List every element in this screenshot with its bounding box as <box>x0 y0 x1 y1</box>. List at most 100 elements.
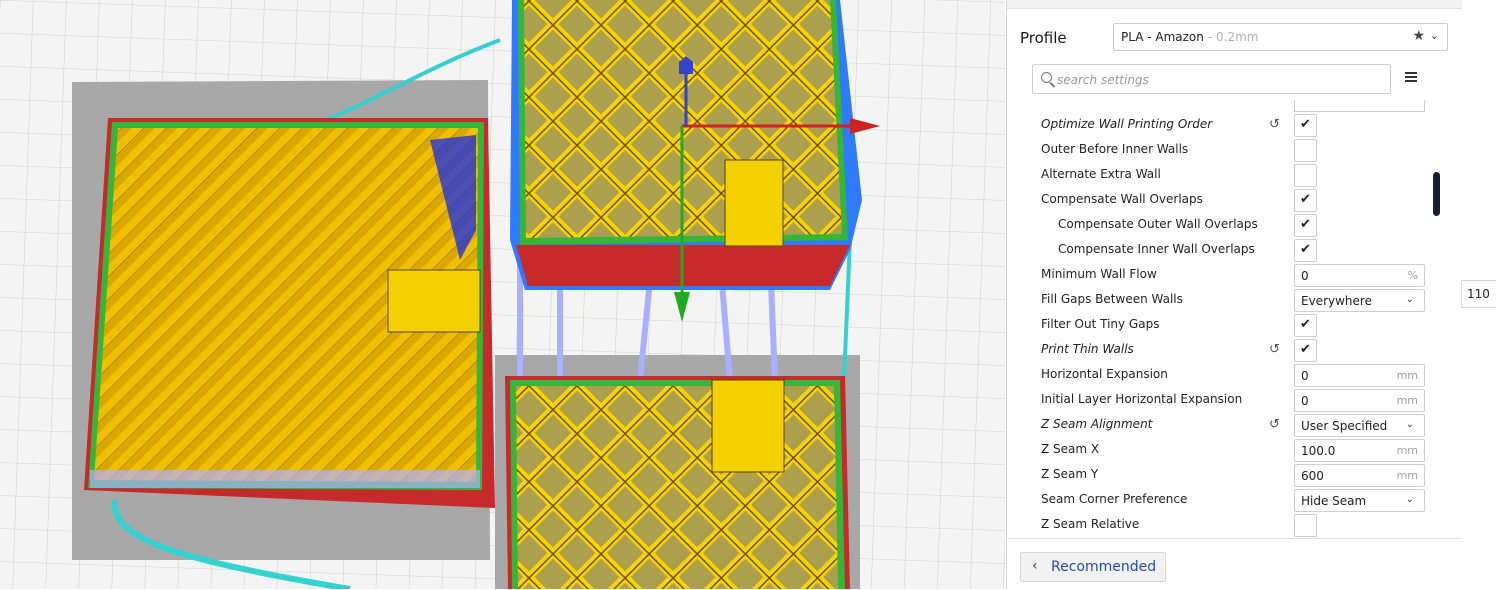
setting-input[interactable]: 600 mm <box>1294 464 1425 487</box>
chevron-down-icon: ⌄ <box>1405 494 1414 505</box>
travel-band <box>90 470 480 488</box>
setting-label: Z Seam Relative <box>1041 517 1140 531</box>
chevron-down-icon: ⌄ <box>1429 29 1439 42</box>
setting-row: Fill Gaps Between Walls Everywhere ⌄ <box>1007 288 1447 313</box>
panel-header-strip <box>1007 0 1462 9</box>
model-bottom-infill <box>516 386 838 589</box>
setting-value: 0 <box>1301 269 1309 283</box>
panel-footer: ‹ Recommended <box>1007 538 1462 590</box>
hamburger-icon[interactable] <box>1405 72 1417 82</box>
setting-row: Compensate Inner Wall Overlaps ✔ <box>1007 238 1447 263</box>
setting-label: Horizontal Expansion <box>1041 367 1168 381</box>
setting-unit: mm <box>1396 444 1418 457</box>
setting-row: Z Seam Relative <box>1007 513 1447 537</box>
checkmark-icon: ✔ <box>1300 317 1311 332</box>
setting-checkbox[interactable]: ✔ <box>1294 339 1317 362</box>
setting-checkbox[interactable]: ✔ <box>1294 239 1317 262</box>
setting-value: 600 <box>1301 469 1324 483</box>
setting-row: Minimum Wall Flow 0% <box>1007 263 1447 288</box>
setting-row: Optimize Wall Printing Order ↺ ✔ <box>1007 113 1447 138</box>
setting-input[interactable]: 0 mm <box>1294 389 1425 412</box>
recommended-label: Recommended <box>1051 559 1157 575</box>
profile-layer-height: - 0.2mm <box>1207 30 1259 44</box>
checkmark-icon: ✔ <box>1300 242 1311 257</box>
chevron-down-icon: ⌄ <box>1405 419 1414 430</box>
search-box[interactable] <box>1032 64 1391 94</box>
setting-row: Alternate Extra Wall <box>1007 163 1447 188</box>
setting-label: Filter Out Tiny Gaps <box>1041 317 1160 331</box>
chevron-down-icon: ⌄ <box>1405 294 1414 305</box>
setting-row: Outer Before Inner Walls <box>1007 138 1447 163</box>
setting-input[interactable]: 0% <box>1294 264 1425 287</box>
recommended-button[interactable]: ‹ Recommended <box>1020 552 1166 582</box>
settings-scrollbar[interactable] <box>1433 172 1440 216</box>
reset-icon[interactable]: ↺ <box>1269 342 1280 357</box>
layer-number-value: 110 <box>1467 287 1490 301</box>
setting-unit: mm <box>1396 369 1418 382</box>
setting-selected-value: Everywhere <box>1301 294 1372 308</box>
setting-checkbox[interactable]: ✔ <box>1294 189 1317 212</box>
setting-label: Fill Gaps Between Walls <box>1041 292 1183 306</box>
profile-name: PLA - Amazon <box>1121 30 1204 44</box>
model-bottom-raft <box>711 379 785 473</box>
setting-label: Outer Before Inner Walls <box>1041 142 1189 156</box>
checkmark-icon: ✔ <box>1300 117 1311 132</box>
setting-label: Alternate Extra Wall <box>1041 167 1161 181</box>
setting-label: Compensate Wall Overlaps <box>1041 192 1203 206</box>
checkmark-icon: ✔ <box>1300 192 1311 207</box>
setting-checkbox[interactable]: ✔ <box>1294 214 1317 237</box>
setting-label: Compensate Inner Wall Overlaps <box>1058 242 1255 256</box>
setting-checkbox[interactable] <box>1294 514 1317 537</box>
setting-input[interactable]: 0 mm <box>1294 364 1425 387</box>
reset-icon[interactable]: ↺ <box>1269 417 1280 432</box>
profile-label: Profile <box>1020 29 1067 47</box>
setting-selected-value: User Specified <box>1301 419 1388 433</box>
setting-dropdown[interactable]: Hide Seam ⌄ <box>1294 489 1425 512</box>
setting-value: 0 <box>1301 394 1309 408</box>
3d-viewport[interactable] <box>0 0 1005 589</box>
setting-checkbox[interactable] <box>1294 139 1317 162</box>
search-input[interactable] <box>1055 70 1379 90</box>
setting-dropdown[interactable]: Everywhere ⌄ <box>1294 289 1425 312</box>
chevron-left-icon: ‹ <box>1032 558 1038 574</box>
setting-label: Minimum Wall Flow <box>1041 267 1157 281</box>
print-settings-panel: Profile PLA - Amazon- 0.2mm ★ ⌄ Optimize… <box>1006 0 1462 590</box>
setting-unit: % <box>1407 269 1418 282</box>
setting-row: Seam Corner Preference Hide Seam ⌄ <box>1007 488 1447 513</box>
star-icon[interactable]: ★ <box>1412 28 1425 44</box>
setting-value: 100.0 <box>1301 444 1336 458</box>
checkmark-icon: ✔ <box>1300 342 1311 357</box>
setting-selected-value: Hide Seam <box>1301 494 1367 508</box>
previous-setting-field[interactable] <box>1294 100 1425 112</box>
settings-list[interactable]: Optimize Wall Printing Order ↺ ✔ Outer Befo… <box>1007 100 1447 537</box>
setting-row: Compensate Wall Overlaps ✔ <box>1007 188 1447 213</box>
setting-row: Compensate Outer Wall Overlaps ✔ <box>1007 213 1447 238</box>
profile-dropdown[interactable]: PLA - Amazon - 0.2mm ★ ⌄ <box>1113 23 1448 51</box>
setting-label: Initial Layer Horizontal Expansion <box>1041 392 1243 406</box>
setting-label: Seam Corner Preference <box>1041 492 1188 506</box>
setting-unit: mm <box>1396 469 1418 482</box>
checkmark-icon: ✔ <box>1300 217 1311 232</box>
setting-input[interactable]: 100.0 mm <box>1294 439 1425 462</box>
setting-value: 0 <box>1301 369 1309 383</box>
setting-row: Horizontal Expansion 0 mm <box>1007 363 1447 388</box>
setting-label: Z Seam Alignment <box>1041 417 1153 431</box>
setting-label: Z Seam X <box>1041 442 1100 456</box>
reset-icon[interactable]: ↺ <box>1269 117 1280 132</box>
model-top-raft <box>724 159 784 247</box>
setting-label: Print Thin Walls <box>1041 342 1134 356</box>
setting-checkbox[interactable]: ✔ <box>1294 314 1317 337</box>
setting-checkbox[interactable] <box>1294 164 1317 187</box>
layer-number-field[interactable]: 110 <box>1461 280 1496 308</box>
setting-dropdown[interactable]: User Specified ⌄ <box>1294 414 1425 437</box>
setting-label: Optimize Wall Printing Order <box>1041 117 1213 131</box>
setting-row: Filter Out Tiny Gaps ✔ <box>1007 313 1447 338</box>
setting-label: Z Seam Y <box>1041 467 1099 481</box>
setting-unit: mm <box>1396 394 1418 407</box>
setting-row: Print Thin Walls ↺ ✔ <box>1007 338 1447 363</box>
setting-row: Z Seam Alignment ↺ User Specified ⌄ <box>1007 413 1447 438</box>
layer-view-canvas[interactable] <box>0 0 1005 589</box>
setting-row: Z Seam X 100.0 mm <box>1007 438 1447 463</box>
setting-label: Compensate Outer Wall Overlaps <box>1058 217 1258 231</box>
setting-checkbox[interactable]: ✔ <box>1294 114 1317 137</box>
